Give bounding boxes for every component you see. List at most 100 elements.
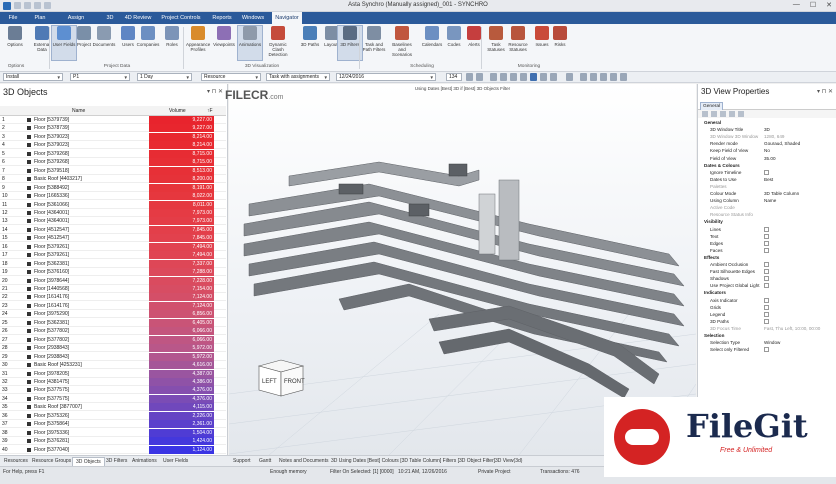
column-header-volume[interactable]: Volume [169,106,186,116]
property-row[interactable]: Select only Filtered [704,346,832,353]
table-row[interactable]: 17 Floor [5379261] 7,494.00 [0,251,226,260]
table-row[interactable]: 16 Floor [5379261] 7,494.00 [0,242,226,251]
property-row[interactable]: 3D Window Title 3D [704,126,832,133]
camera-icon[interactable] [580,73,587,81]
property-row[interactable]: Dates to Use Best [704,176,832,183]
close-button[interactable]: ✕ [826,1,832,9]
table-row[interactable]: 32 Floor [4381475] 4,386.00 [0,377,226,386]
zoom-in-icon[interactable] [466,73,473,81]
property-row[interactable]: Text [704,233,832,240]
property-checkbox[interactable] [764,283,769,289]
property-row[interactable]: 3D Window 3D Window 1280, 649 [704,133,832,140]
property-checkbox[interactable] [764,233,769,239]
step-back-icon[interactable] [500,73,507,81]
navigation-cube[interactable]: LEFT FRONT [257,359,305,397]
settings-icon[interactable] [600,73,607,81]
property-row[interactable]: Shadows [704,275,832,282]
resource-statuses-button[interactable]: Resource Statuses [506,26,530,60]
sort-icon[interactable] [702,111,708,117]
roles-button[interactable]: Roles [160,26,184,60]
table-row[interactable]: 33 Floor [5377575] 4,376.00 [0,386,226,395]
external-data-button[interactable]: External Data [30,26,54,60]
menu-tab-windows[interactable]: Windows [240,12,266,24]
bottom-tab-animations[interactable]: Animations [129,457,160,466]
table-row[interactable]: 38 Floor [3975336] 1,504.00 [0,428,226,437]
table-row[interactable]: 1 Floor [5379739] 9,227.00 [0,116,226,124]
property-checkbox[interactable] [764,269,769,275]
table-row[interactable]: 30 Basic Roof [4253231] 4,616.00 [0,361,226,370]
table-row[interactable]: 26 Floor [5377802] 6,066.00 [0,327,226,336]
cube-front-label[interactable]: FRONT [284,379,305,385]
property-row[interactable]: Palettes [704,183,832,190]
play-icon[interactable] [530,73,537,81]
task-filter-select[interactable]: Task with assignments ▼ [266,73,330,81]
table-row[interactable]: 18 Floor [5362381] 7,337.00 [0,259,226,268]
property-row[interactable]: Render mode Gouraud, Shaded [704,140,832,147]
property-checkbox[interactable] [764,262,769,267]
resource-mode-select[interactable]: Resource ▼ [201,73,261,81]
pin-icon[interactable]: ▾ ⊓ ✕ [207,89,223,95]
table-row[interactable]: 22 Floor [1614176] 7,124.00 [0,293,226,302]
table-row[interactable]: 24 Floor [3975290] 6,856.00 [0,310,226,319]
property-row[interactable]: Faces [704,247,832,254]
table-row[interactable]: 4 Floor [5379023] 8,214.00 [0,141,226,150]
property-row[interactable]: Axis Indicator [704,297,832,304]
grid-icon[interactable] [620,73,627,81]
table-row[interactable]: 23 Floor [1614176] 7,124.00 [0,301,226,310]
property-row[interactable]: Field of View 35.00 [704,155,832,162]
table-row[interactable]: 28 Floor [2938843] 5,972.00 [0,344,226,353]
property-category[interactable]: Indicators [704,289,832,296]
3d-paths-button[interactable]: 3D Paths [298,26,322,60]
table-row[interactable]: 7 Floor [5379518] 8,513.00 [0,166,226,175]
property-row[interactable]: Keep Field of View No [704,147,832,154]
property-row[interactable]: Use Project Global Light [704,282,832,289]
table-row[interactable]: 19 Floor [5376160] 7,288.00 [0,268,226,277]
bottom-tab-3d-using-dates-best-colo[interactable]: 3D Using Dates [Best] Colours [3D Table … [328,457,498,466]
table-row[interactable]: 13 Floor [4364001] 7,973.00 [0,217,226,226]
bottom-tab-resource-groups[interactable]: Resource Groups [29,457,74,466]
table-row[interactable]: 29 Floor [2938843] 5,972.00 [0,352,226,361]
risks-button[interactable]: Risks [548,26,572,60]
table-row[interactable]: 31 Floor [3978205] 4,387.00 [0,369,226,378]
pause-icon[interactable] [520,73,527,81]
table-row[interactable]: 12 Floor [4364001] 7,973.00 [0,208,226,217]
property-row[interactable]: Lines [704,226,832,233]
property-row[interactable]: Resource Status Info [704,211,832,218]
dynamic-clash-detection-button[interactable]: Dynamic Clash Detection [266,26,290,60]
view-mode-select[interactable]: Install ▼ [3,73,63,81]
property-checkbox[interactable] [764,240,769,246]
table-row[interactable]: 9 Floor [5388492] 8,191.00 [0,183,226,192]
property-row[interactable]: Ignore Timeline [704,169,832,176]
property-checkbox[interactable] [764,311,769,317]
table-row[interactable]: 14 Floor [4512547] 7,845.00 [0,225,226,234]
step-forward-icon[interactable] [540,73,547,81]
property-row[interactable]: Legend [704,311,832,318]
record-icon[interactable] [566,73,573,81]
property-row[interactable]: Ambient Occlusion [704,261,832,268]
table-row[interactable]: 15 Floor [4512547] 7,845.00 [0,234,226,243]
property-checkbox[interactable] [764,226,769,232]
property-row[interactable]: Edges [704,240,832,247]
table-row[interactable]: 10 Floor [1665336] 8,022.00 [0,192,226,201]
companies-button[interactable]: Companies [136,26,160,60]
bottom-tab-notes-and-documents[interactable]: Notes and Documents [276,457,331,466]
property-category[interactable]: General [704,119,832,126]
table-row[interactable]: 3 Floor [5379023] 8,214.00 [0,132,226,141]
property-checkbox[interactable] [764,304,769,310]
table-row[interactable]: 5 Floor [5379268] 8,715.00 [0,149,226,158]
table-row[interactable]: 37 Floor [5375864] 2,361.00 [0,420,226,429]
play-back-icon[interactable] [510,73,517,81]
maximize-button[interactable]: ☐ [810,1,816,9]
property-row[interactable]: Active Code [704,204,832,211]
baselines-and-scenarios-button[interactable]: Baselines and Scenarios [390,26,414,60]
table-row[interactable]: 36 Floor [5375326] 2,226.00 [0,411,226,420]
minimize-button[interactable]: — [793,1,800,9]
menu-tab-plan[interactable]: Plan [30,12,50,24]
property-row[interactable]: Grids [704,304,832,311]
table-row[interactable]: 2 Floor [5378739] 9,227.00 [0,124,226,133]
property-row[interactable]: 3D Paths [704,318,832,325]
column-header-name[interactable]: Name [72,106,85,116]
menu-tab-file[interactable]: File [4,12,22,24]
step-select[interactable]: 1 Day ▼ [137,73,192,81]
bottom-tab-gantt[interactable]: Gantt [256,457,274,466]
